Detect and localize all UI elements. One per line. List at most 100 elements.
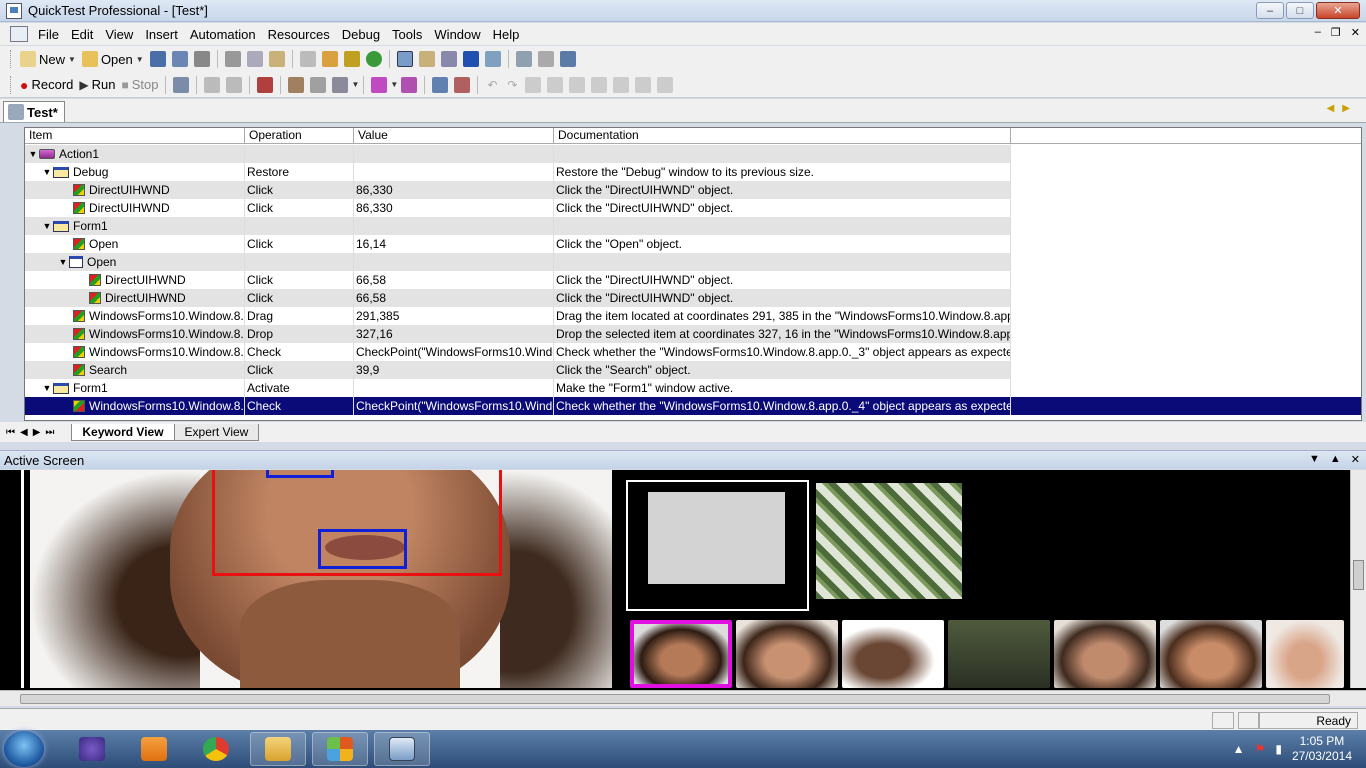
start-button[interactable] xyxy=(4,731,44,767)
active-screen-icon[interactable] xyxy=(440,51,457,67)
tab-nav-arrows[interactable]: ⏮◀▶⏭ xyxy=(6,427,59,438)
record-button[interactable]: ● Record xyxy=(17,74,76,96)
output-value-icon[interactable] xyxy=(310,76,327,93)
thumbnail-selected[interactable] xyxy=(630,620,732,688)
step-over-icon[interactable] xyxy=(226,76,243,93)
table-row[interactable]: DirectUIHWND Click 66,58 Click the "Direct… xyxy=(25,289,1011,307)
minimize-button[interactable]: – xyxy=(1256,2,1284,19)
menu-resources[interactable]: Resources xyxy=(262,27,336,42)
run-button[interactable]: ▶ Run xyxy=(76,74,118,96)
spy-icon[interactable] xyxy=(365,51,382,67)
paste-icon[interactable] xyxy=(268,51,285,67)
save-icon[interactable] xyxy=(149,51,166,67)
new-button[interactable]: New ▼ xyxy=(17,48,79,70)
thumbnail[interactable] xyxy=(1160,620,1262,688)
table-row[interactable]: ▼ Form1 xyxy=(25,217,1011,235)
step-into-icon[interactable] xyxy=(204,76,221,93)
call-action-icon[interactable] xyxy=(401,76,418,93)
open-button[interactable]: Open ▼ xyxy=(79,48,147,70)
tab-test[interactable]: Test* xyxy=(3,101,65,122)
table-row-selected[interactable]: WindowsForms10.Window.8.... Check CheckPo… xyxy=(25,397,1361,415)
data-table-icon[interactable] xyxy=(418,51,435,67)
thumbnail[interactable] xyxy=(1266,620,1344,688)
thumbnail[interactable] xyxy=(948,620,1050,688)
replace-icon[interactable] xyxy=(635,76,652,93)
object-repository-icon[interactable] xyxy=(321,51,338,67)
find-icon[interactable] xyxy=(613,76,630,93)
taskbar-app-infinity[interactable] xyxy=(64,732,120,766)
collapse-icon[interactable]: ▼ xyxy=(41,379,53,397)
header-item[interactable]: Item xyxy=(25,128,245,143)
tab-keyword-view[interactable]: Keyword View xyxy=(71,423,175,441)
close-button[interactable]: ✕ xyxy=(1316,2,1360,19)
keyword-view-icon[interactable] xyxy=(396,51,413,67)
header-operation[interactable]: Operation xyxy=(245,128,354,143)
pane-menu-icon[interactable]: ▼ xyxy=(1309,453,1320,466)
table-row[interactable]: ▼ Form1 Activate Make the "Form1" window a… xyxy=(25,379,1011,397)
toolbar-grip[interactable] xyxy=(10,75,13,94)
edit-icon[interactable] xyxy=(299,51,316,67)
maximize-button[interactable]: □ xyxy=(1286,2,1314,19)
table-row[interactable]: DirectUIHWND Click 86,330 Click the "Direc… xyxy=(25,181,1011,199)
table-row[interactable]: WindowsForms10.Window.8.... Drag 291,385 D… xyxy=(25,307,1011,325)
debug-viewer-icon[interactable] xyxy=(484,51,501,67)
thumbnail[interactable] xyxy=(1054,620,1156,688)
taskbar-app-media[interactable] xyxy=(126,732,182,766)
taskbar-app-office[interactable] xyxy=(312,732,368,766)
breakpoint-icon[interactable] xyxy=(257,76,274,93)
network-error-icon[interactable]: ⚑ xyxy=(1255,742,1266,756)
step-generator-icon[interactable] xyxy=(332,76,349,93)
chevron-down-icon[interactable]: ▼ xyxy=(68,55,76,64)
menu-help[interactable]: Help xyxy=(487,27,526,42)
menu-edit[interactable]: Edit xyxy=(65,27,99,42)
undo-icon[interactable]: ↶ xyxy=(487,78,497,92)
menu-view[interactable]: View xyxy=(99,27,139,42)
active-screen-capture[interactable] xyxy=(0,470,1366,690)
redo-icon[interactable]: ↷ xyxy=(507,78,517,92)
scroll-thumb[interactable] xyxy=(1353,560,1364,590)
table-row[interactable]: ▼ Debug Restore Restore the "Debug" window… xyxy=(25,163,1011,181)
collapse-icon[interactable]: ▼ xyxy=(41,217,53,235)
delete-step-icon[interactable] xyxy=(454,76,471,93)
comment-icon[interactable] xyxy=(525,76,542,93)
collapse-icon[interactable]: ▼ xyxy=(27,145,39,163)
uncomment-icon[interactable] xyxy=(547,76,564,93)
collapse-icon[interactable]: ▼ xyxy=(57,253,69,271)
table-row[interactable]: WindowsForms10.Window.8.... Drop 327,16 Dr… xyxy=(25,325,1011,343)
table-row[interactable]: ▼ Action1 xyxy=(25,145,1011,163)
taskbar-app-explorer[interactable] xyxy=(250,732,306,766)
doc-minimize-icon[interactable]: – xyxy=(1315,26,1321,39)
menu-file[interactable]: File xyxy=(32,27,65,42)
header-documentation[interactable]: Documentation xyxy=(554,128,1011,143)
action-icon[interactable] xyxy=(371,76,388,93)
stop-button[interactable]: ■ Stop xyxy=(118,74,161,96)
pin-icon[interactable]: ▲ xyxy=(1330,453,1341,466)
scroll-thumb[interactable] xyxy=(20,694,1330,704)
table-row[interactable]: DirectUIHWND Click 66,58 Click the "Direct… xyxy=(25,271,1011,289)
preview-frame[interactable] xyxy=(626,480,809,611)
table-row[interactable]: ▼ Open xyxy=(25,253,1011,271)
database-icon[interactable] xyxy=(343,51,360,67)
run-from-step-icon[interactable] xyxy=(173,76,190,93)
complete-word-icon[interactable] xyxy=(657,76,674,93)
menu-tools[interactable]: Tools xyxy=(386,27,428,42)
info-icon[interactable] xyxy=(462,51,479,67)
collapse-icon[interactable]: ▼ xyxy=(41,163,53,181)
pane-close-icon[interactable]: ✕ xyxy=(1351,453,1360,466)
resource-icon[interactable] xyxy=(559,51,576,67)
clock[interactable]: 1:05 PM 27/03/2014 xyxy=(1292,734,1352,764)
table-row[interactable]: Search Click 39,9 Click the "Search" objec… xyxy=(25,361,1011,379)
chevron-down-icon[interactable]: ▼ xyxy=(390,80,398,89)
menu-debug[interactable]: Debug xyxy=(336,27,386,42)
header-value[interactable]: Value xyxy=(354,128,554,143)
horizontal-scrollbar[interactable] xyxy=(0,690,1366,706)
thumbnail[interactable] xyxy=(842,620,944,688)
menu-automation[interactable]: Automation xyxy=(184,27,262,42)
tab-expert-view[interactable]: Expert View xyxy=(173,423,260,441)
menu-insert[interactable]: Insert xyxy=(139,27,184,42)
settings-icon[interactable] xyxy=(537,51,554,67)
indent-icon[interactable] xyxy=(569,76,586,93)
results-icon[interactable] xyxy=(515,51,532,67)
copy-icon[interactable] xyxy=(246,51,263,67)
cut-icon[interactable] xyxy=(224,51,241,67)
